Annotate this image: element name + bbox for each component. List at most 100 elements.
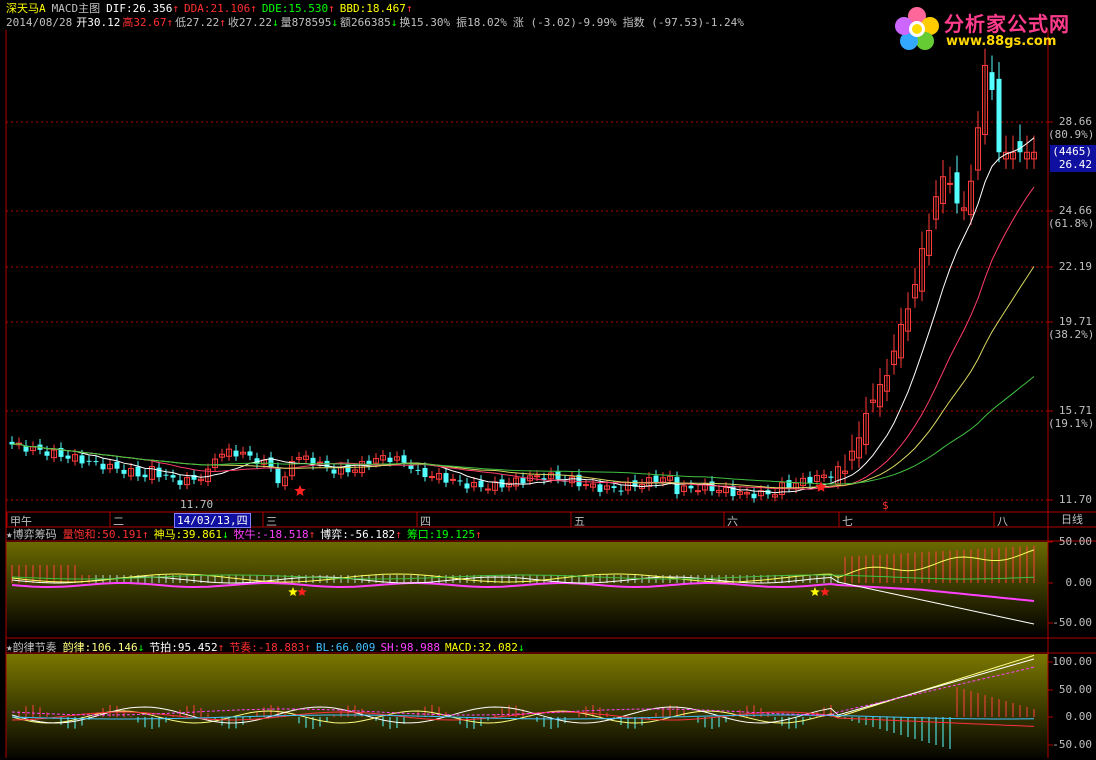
- candle-body: [429, 476, 435, 479]
- up-arrow-icon: ↑: [405, 2, 413, 15]
- moving-average-line: [11, 137, 1035, 494]
- panel2-header: ★博弈筹码 量饱和:50.191↑ 神马:39.861↓ 牧牛:-18.518↑ 博弈:…: [6, 528, 493, 542]
- down-arrow-icon: ↓: [137, 641, 145, 654]
- indicator-tick-label: 50.00: [1058, 535, 1092, 548]
- indicator-tick-label: 50.00: [1058, 683, 1092, 696]
- indicator-name[interactable]: MACD主图: [52, 2, 101, 15]
- moving-average-line: [11, 266, 1035, 489]
- price-tick-label: 19.71: [1058, 315, 1092, 328]
- candle-body: [730, 485, 736, 497]
- indicator-value: DIF:26.356: [106, 2, 173, 15]
- candle-body: [954, 172, 960, 204]
- quote-turnover: 换15.30%: [399, 16, 451, 29]
- candle-body: [457, 480, 463, 482]
- indicator-value: 量饱和:50.191: [62, 528, 142, 541]
- quote-volume: 量878595: [280, 16, 332, 29]
- indicator-tick-label: 100.00: [1052, 655, 1092, 668]
- stock-chart-window[interactable]: $ 深天马A MACD主图 DIF:26.356↑ DDA:21.106↑ DDE:15…: [0, 0, 1096, 760]
- candle-body: [807, 476, 813, 484]
- up-arrow-icon: ↑: [141, 528, 149, 541]
- flower-logo-icon: [895, 7, 939, 50]
- price-tick-label: 15.71: [1058, 404, 1092, 417]
- down-arrow-icon: ↓: [331, 16, 338, 29]
- candle-body: [583, 484, 589, 487]
- quote-amount: 额266385: [339, 16, 391, 29]
- month-label: 二: [113, 515, 124, 528]
- candle-body: [618, 490, 624, 492]
- indicator-value: DDE:15.530: [261, 2, 329, 15]
- candle-body: [415, 469, 421, 471]
- signal-star-icon: [294, 485, 306, 496]
- candle-body: [443, 473, 449, 483]
- up-arrow-icon: ↑: [166, 16, 174, 29]
- current-price-box: (4465) 26.42: [1050, 145, 1096, 172]
- candle-body: [114, 461, 120, 469]
- candle-body: [485, 488, 491, 491]
- candle-body: [751, 493, 757, 499]
- period-label[interactable]: 日线: [1052, 513, 1092, 527]
- indicator-value: BBD:18.467: [339, 2, 406, 15]
- current-price-volume: (4465): [1052, 145, 1092, 158]
- indicator-value: 牧牛:-18.518: [233, 528, 309, 541]
- month-label: 四: [420, 515, 431, 528]
- candle-body: [422, 467, 428, 478]
- candle-body: [534, 475, 540, 478]
- quote-close: 收27.22: [227, 16, 272, 29]
- candle-body: [387, 457, 393, 463]
- candle-body: [156, 467, 162, 478]
- indicator-value: 节拍:95.452: [149, 641, 218, 654]
- min-price-marker: 11.70: [180, 498, 214, 511]
- up-arrow-icon: ↑: [219, 16, 226, 29]
- candle-body: [828, 476, 834, 478]
- month-label: 七: [842, 515, 853, 528]
- quote-change: 涨 (-3.02)-9.99%: [512, 16, 617, 29]
- quote-date: 2014/08/28: [6, 16, 73, 29]
- panel3-title[interactable]: ★韵律节奏: [6, 641, 57, 654]
- indicator-tick-label: -50.00: [1052, 616, 1092, 629]
- candle-body: [44, 451, 50, 456]
- candle-body: [247, 451, 253, 456]
- candle-body: [989, 72, 995, 90]
- up-arrow-icon: ↑: [395, 528, 402, 541]
- candle-body: [135, 466, 141, 477]
- moving-average-line: [11, 376, 1035, 485]
- main-indicator-header: 深天马A MACD主图 DIF:26.356↑ DDA:21.106↑ DDE:15.5…: [6, 2, 424, 16]
- price-tick-label: 28.66: [1058, 115, 1092, 128]
- candle-body: [170, 475, 176, 478]
- candle-body: [100, 463, 106, 470]
- down-arrow-icon: ↓: [390, 16, 398, 29]
- candle-body: [86, 460, 92, 462]
- price-tick-label: 24.66: [1058, 204, 1092, 217]
- percent-tick-label: (38.2%): [1048, 328, 1095, 341]
- indicator-value: 神马:39.861: [153, 528, 222, 541]
- candle-body: [947, 182, 953, 185]
- panel3-header: ★韵律节奏 韵律:106.146↓ 节拍:95.452↑ 节奏:-18.883↑ BL:…: [6, 641, 536, 655]
- stock-name[interactable]: 深天马A: [6, 2, 46, 15]
- month-label: 五: [574, 515, 585, 528]
- up-arrow-icon: ↑: [475, 528, 482, 541]
- month-label: 甲午: [10, 515, 32, 528]
- indicator-tick-label: 0.00: [1065, 576, 1093, 589]
- quote-high: 高32.67: [122, 16, 167, 29]
- candle-body: [331, 469, 337, 474]
- candle-body: [163, 474, 169, 476]
- indicator-tick-label: -50.00: [1052, 738, 1092, 751]
- percent-tick-label: (80.9%): [1048, 128, 1095, 141]
- candle-body: [275, 467, 281, 484]
- candle-body: [597, 484, 603, 492]
- price-tick-label: 11.70: [1058, 493, 1092, 506]
- candle-body: [478, 480, 484, 488]
- indicator-value: DDA:21.106: [183, 2, 251, 15]
- candle-body: [177, 480, 183, 485]
- month-label: 六: [727, 515, 738, 528]
- candle-body: [996, 78, 1002, 153]
- month-label: 八: [997, 515, 1008, 528]
- month-label: 三: [266, 515, 277, 528]
- panel2-title[interactable]: ★博弈筹码: [6, 528, 57, 541]
- up-arrow-icon: ↑: [308, 528, 316, 541]
- up-arrow-icon: ↑: [217, 641, 225, 654]
- candle-body: [233, 450, 239, 457]
- logo-title: 分析家公式网: [944, 12, 1070, 36]
- quote-open: 开30.12: [76, 16, 121, 29]
- down-arrow-icon: ↓: [517, 641, 525, 654]
